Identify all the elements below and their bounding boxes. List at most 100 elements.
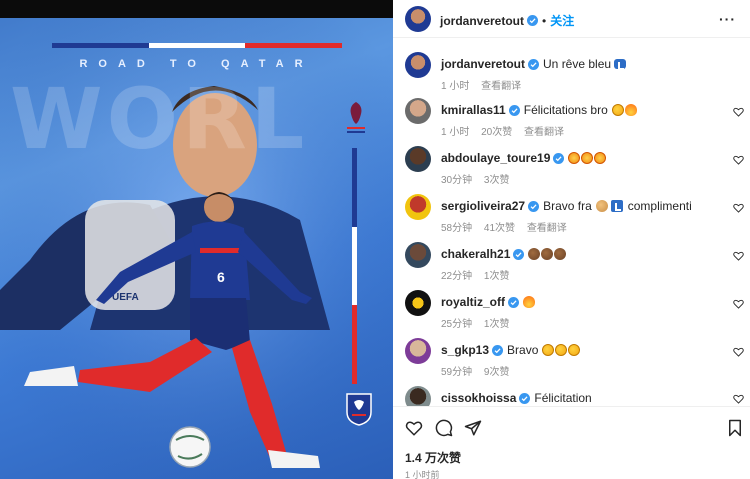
commenter-avatar[interactable] (405, 338, 431, 364)
comment-item: sergioliveira27 Bravo fra complimenti 58… (393, 194, 750, 240)
commenter-avatar[interactable] (405, 290, 431, 316)
star-struck-icon (581, 152, 594, 164)
caption-avatar[interactable] (405, 52, 431, 78)
comment-time: 1 小时 (441, 127, 470, 138)
like-comment-heart-icon[interactable] (733, 394, 744, 404)
comment-likes[interactable]: 3次赞 (484, 175, 510, 186)
world-cup-logo-icon (347, 102, 365, 133)
comment-username[interactable]: kmirallas11 (441, 103, 506, 117)
author-info: jordanveretout • 关注 (440, 12, 574, 29)
road-to-qatar-title: ROAD TO QATAR (79, 58, 314, 70)
comment-username[interactable]: sergioliveira27 (441, 199, 525, 213)
fist-icon (528, 248, 541, 260)
comment-username[interactable]: s_gkp13 (441, 343, 489, 357)
like-comment-heart-icon[interactable] (733, 107, 744, 117)
verified-badge-icon (527, 15, 539, 26)
comment-text: Félicitation (534, 391, 592, 405)
verified-badge-icon (508, 104, 520, 116)
bookmark-icon[interactable] (726, 419, 744, 437)
verified-badge-icon (492, 344, 504, 356)
flag-stripe-vertical (352, 148, 357, 385)
clapping-hands-icon (611, 104, 624, 116)
comments-list[interactable]: jordanveretout Un rêve bleu 1 小时 查看翻译 km… (393, 39, 750, 406)
header-separator: • (542, 13, 547, 28)
post-side-panel: jordanveretout • 关注 ··· jordanveretout U… (393, 0, 750, 479)
verified-badge-icon (528, 200, 540, 212)
comment-likes[interactable]: 41次赞 (484, 223, 515, 234)
comment-username[interactable]: chakeralh21 (441, 247, 510, 261)
like-count[interactable]: 1.4 万次赞 (405, 449, 461, 466)
flag-stripe-horizontal (52, 43, 343, 48)
caption-text: Un rêve bleu (543, 57, 612, 71)
comment-text: Bravo fra (543, 199, 592, 213)
comment-text-continued: complimenti (627, 199, 692, 213)
comment-username[interactable]: cissokhoissa (441, 391, 516, 405)
comment-item: royaltiz_off 25分钟 1次赞 (393, 290, 750, 336)
flexed-biceps-icon (610, 200, 623, 212)
fist-icon (554, 248, 567, 260)
verified-badge-icon (513, 248, 525, 260)
lion-icon (595, 200, 608, 212)
caption: jordanveretout Un rêve bleu 1 小时 查看翻译 (393, 52, 750, 98)
fist-icon (541, 248, 554, 260)
svg-text:6: 6 (217, 269, 225, 285)
verified-badge-icon (508, 296, 520, 308)
like-comment-heart-icon[interactable] (733, 251, 744, 261)
like-comment-heart-icon[interactable] (733, 155, 744, 165)
post-header: jordanveretout • 关注 ··· (393, 0, 750, 38)
comment-time: 22分钟 (441, 271, 473, 282)
commenter-avatar[interactable] (405, 386, 431, 406)
commenter-avatar[interactable] (405, 98, 431, 124)
verified-badge-icon (553, 152, 565, 164)
verified-badge-icon (519, 392, 531, 404)
clapping-hands-icon (568, 344, 581, 356)
more-options-icon[interactable]: ··· (719, 11, 736, 27)
commenter-avatar[interactable] (405, 242, 431, 268)
translate-link[interactable]: 查看翻译 (524, 127, 564, 138)
like-comment-heart-icon[interactable] (733, 347, 744, 357)
like-comment-heart-icon[interactable] (733, 203, 744, 213)
star-struck-icon (568, 152, 581, 164)
comment-icon[interactable] (435, 419, 453, 437)
comment-text: Félicitations bro (523, 103, 608, 117)
author-avatar[interactable] (405, 6, 431, 32)
comment-time: 58分钟 (441, 223, 473, 234)
translate-link[interactable]: 查看翻译 (481, 81, 521, 92)
comment-username[interactable]: abdoulaye_toure19 (441, 151, 550, 165)
comment-likes[interactable]: 1次赞 (484, 319, 510, 330)
star-struck-icon (594, 152, 607, 164)
commenter-avatar[interactable] (405, 194, 431, 220)
comment-text: Bravo (507, 343, 539, 357)
commenter-avatar[interactable] (405, 146, 431, 172)
comment-item: chakeralh21 22分钟 1次赞 (393, 242, 750, 288)
like-comment-heart-icon[interactable] (733, 299, 744, 309)
comment-time: 30分钟 (441, 175, 473, 186)
comment-item: s_gkp13 Bravo 59分钟 9次赞 (393, 338, 750, 384)
fff-crest-icon (346, 393, 372, 426)
verified-badge-icon (528, 58, 540, 70)
caption-time: 1 小时 (441, 81, 470, 92)
clapping-hands-icon (555, 344, 568, 356)
share-icon[interactable] (464, 419, 482, 437)
heart-icon[interactable] (405, 419, 423, 437)
post-actions: 1.4 万次赞 1 小时前 (393, 406, 750, 479)
fire-icon (523, 296, 536, 308)
background-watermark-text: WORL (10, 70, 309, 168)
comment-likes[interactable]: 1次赞 (484, 271, 510, 282)
comment-likes[interactable]: 9次赞 (484, 367, 510, 378)
follow-button[interactable]: 关注 (550, 12, 574, 29)
comment-username[interactable]: royaltiz_off (441, 295, 505, 309)
post-image[interactable]: UEFA 6 ROAD TO QATAR WORL (0, 0, 393, 479)
post-timestamp: 1 小时前 (405, 470, 440, 479)
fire-icon (624, 104, 637, 116)
comment-item: cissokhoissa Félicitation (393, 386, 750, 406)
translate-link[interactable]: 查看翻译 (527, 223, 567, 234)
comment-time: 25分钟 (441, 319, 473, 330)
blue-heart-icon (614, 59, 627, 70)
clapping-hands-icon (542, 344, 555, 356)
comment-likes[interactable]: 20次赞 (481, 127, 512, 138)
caption-username[interactable]: jordanveretout (441, 57, 525, 71)
author-username[interactable]: jordanveretout (440, 14, 524, 28)
comment-item: kmirallas11 Félicitations bro 1 小时 20次赞 … (393, 98, 750, 144)
comment-time: 59分钟 (441, 367, 473, 378)
